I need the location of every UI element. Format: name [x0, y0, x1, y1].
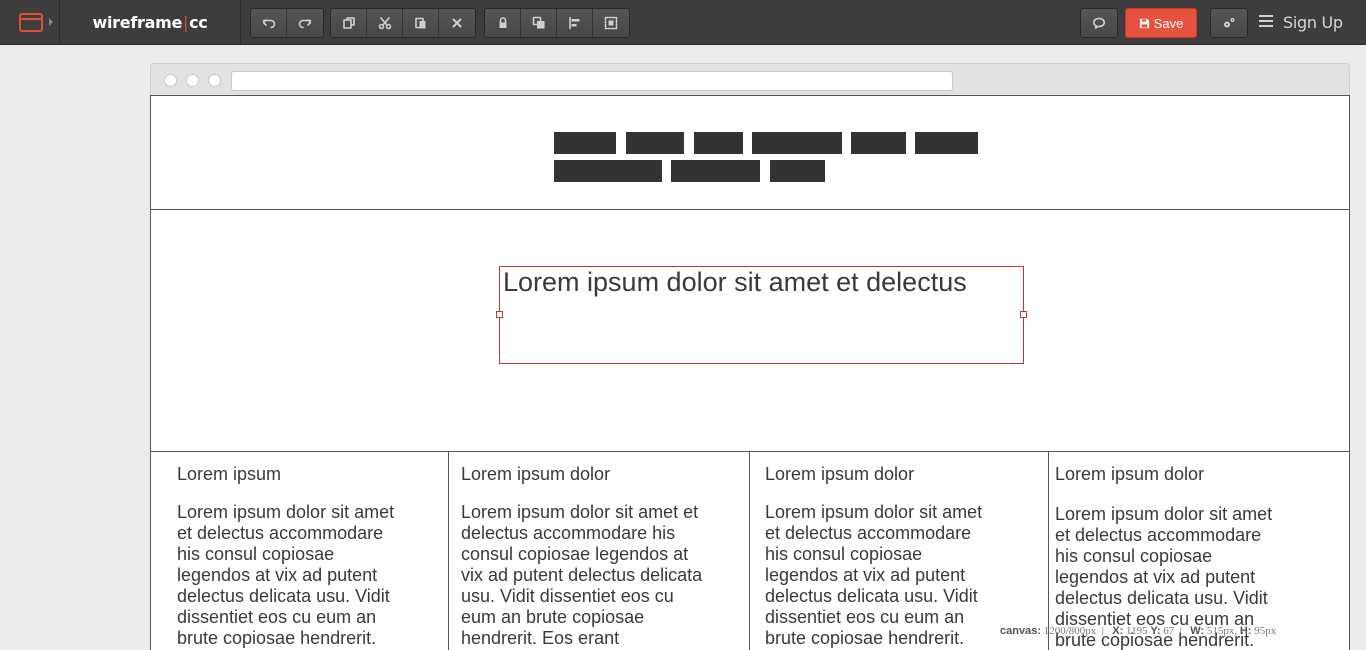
paste-icon — [414, 17, 425, 29]
w-value: 515px, — [1206, 625, 1238, 637]
resize-handle-left[interactable] — [496, 311, 503, 318]
save-label: Save — [1153, 15, 1184, 31]
top-toolbar: wireframe | cc Save Sign Up — [0, 0, 1366, 45]
w-label: W: — [1190, 625, 1205, 637]
brand-right: cc — [189, 13, 208, 32]
x-label: X: — [1112, 625, 1124, 637]
brand-left: wireframe — [92, 13, 183, 32]
scissors-icon — [378, 17, 391, 30]
lock-icon — [499, 17, 506, 28]
lock-button[interactable] — [485, 9, 521, 37]
history-group — [250, 8, 324, 38]
status-readout: canvas: 1200/800px | X: 1195 Y: 67 | W: … — [1000, 625, 1277, 637]
comment-group — [1080, 8, 1118, 38]
browser-window-frame — [150, 63, 1350, 96]
cut-button[interactable] — [367, 9, 403, 37]
y-value: 67 — [1163, 625, 1175, 637]
brand-logo: wireframe | cc — [60, 0, 241, 45]
save-button[interactable]: Save — [1125, 8, 1197, 38]
nav-item-placeholder[interactable] — [694, 132, 743, 154]
comment-button[interactable] — [1081, 9, 1117, 37]
browser-window-icon — [19, 13, 43, 32]
app-menu-button[interactable] — [0, 0, 60, 45]
canvas-size-value: 1200/800px — [1043, 625, 1097, 637]
column-divider — [448, 452, 449, 650]
close-icon — [452, 18, 462, 28]
column-divider — [749, 452, 750, 650]
address-bar[interactable] — [231, 71, 953, 91]
column-heading: Lorem ipsum dolor — [1055, 464, 1205, 484]
h-value: 95px — [1254, 625, 1277, 637]
group-icon — [604, 16, 618, 30]
undo-icon — [262, 19, 275, 29]
undo-button[interactable] — [251, 9, 287, 37]
caret-right-icon — [49, 18, 53, 26]
column-heading: Lorem ipsum dolor — [765, 464, 915, 484]
hero-heading[interactable]: Lorem ipsum dolor sit amet et delectus — [503, 267, 967, 298]
column-divider — [1048, 452, 1049, 650]
content-column[interactable]: Lorem ipsum dolor Lorem ipsum dolor sit … — [765, 452, 997, 649]
nav-item-placeholder[interactable] — [770, 160, 825, 182]
resize-handle-right[interactable] — [1020, 311, 1027, 318]
gears-icon — [1224, 18, 1235, 28]
paste-button[interactable] — [403, 9, 439, 37]
nav-item-placeholder[interactable] — [554, 132, 616, 154]
column-body: Lorem ipsum dolor sit amet et delectus a… — [461, 502, 703, 648]
window-dot-minimize — [186, 74, 199, 87]
canvas-size-label: canvas: — [1000, 625, 1041, 637]
y-label: Y: — [1150, 625, 1161, 637]
window-dot-close — [164, 74, 177, 87]
floppy-disk-icon — [1139, 18, 1149, 28]
nav-section[interactable] — [151, 96, 1349, 210]
column-heading: Lorem ipsum — [177, 464, 282, 484]
wireframe-canvas[interactable]: Lorem ipsum dolor sit amet et delectus L… — [150, 95, 1350, 650]
group-button[interactable] — [593, 9, 629, 37]
nav-item-placeholder[interactable] — [671, 160, 760, 182]
h-label: H: — [1239, 625, 1252, 637]
nav-item-placeholder[interactable] — [554, 160, 662, 182]
bring-to-front-icon — [532, 16, 544, 29]
content-column[interactable]: Lorem ipsum dolor Lorem ipsum dolor sit … — [461, 452, 709, 649]
delete-button[interactable] — [439, 9, 475, 37]
nav-item-placeholder[interactable] — [851, 132, 906, 154]
column-heading: Lorem ipsum dolor — [461, 464, 611, 484]
selected-text-box[interactable]: Lorem ipsum dolor sit amet et delectus — [496, 266, 1027, 364]
content-column[interactable]: Lorem ipsum Lorem ipsum dolor sit amet e… — [177, 452, 409, 649]
edit-group — [330, 8, 476, 38]
settings-group — [1210, 8, 1248, 38]
settings-button[interactable] — [1211, 9, 1247, 37]
column-body: Lorem ipsum dolor sit amet et delectus a… — [177, 502, 395, 648]
redo-button[interactable] — [287, 9, 323, 37]
duplicate-button[interactable] — [331, 9, 367, 37]
x-value: 1195 — [1126, 625, 1148, 637]
window-dot-maximize — [208, 74, 221, 87]
align-left-icon — [568, 16, 579, 30]
duplicate-icon — [342, 17, 355, 29]
content-column[interactable]: Lorem ipsum dolor Lorem ipsum dolor sit … — [1055, 452, 1287, 650]
nav-item-placeholder[interactable] — [915, 132, 978, 154]
arrange-group — [484, 8, 630, 38]
comment-icon — [1093, 17, 1105, 29]
redo-icon — [298, 19, 312, 29]
nav-item-placeholder[interactable] — [626, 132, 684, 154]
column-body: Lorem ipsum dolor sit amet et delectus a… — [765, 502, 983, 648]
sign-up-link[interactable]: Sign Up — [1283, 0, 1343, 45]
align-button[interactable] — [557, 9, 593, 37]
brand-separator: | — [183, 13, 189, 32]
bring-to-front-button[interactable] — [521, 9, 557, 37]
nav-item-placeholder[interactable] — [752, 132, 842, 154]
hamburger-icon[interactable] — [1259, 15, 1273, 29]
